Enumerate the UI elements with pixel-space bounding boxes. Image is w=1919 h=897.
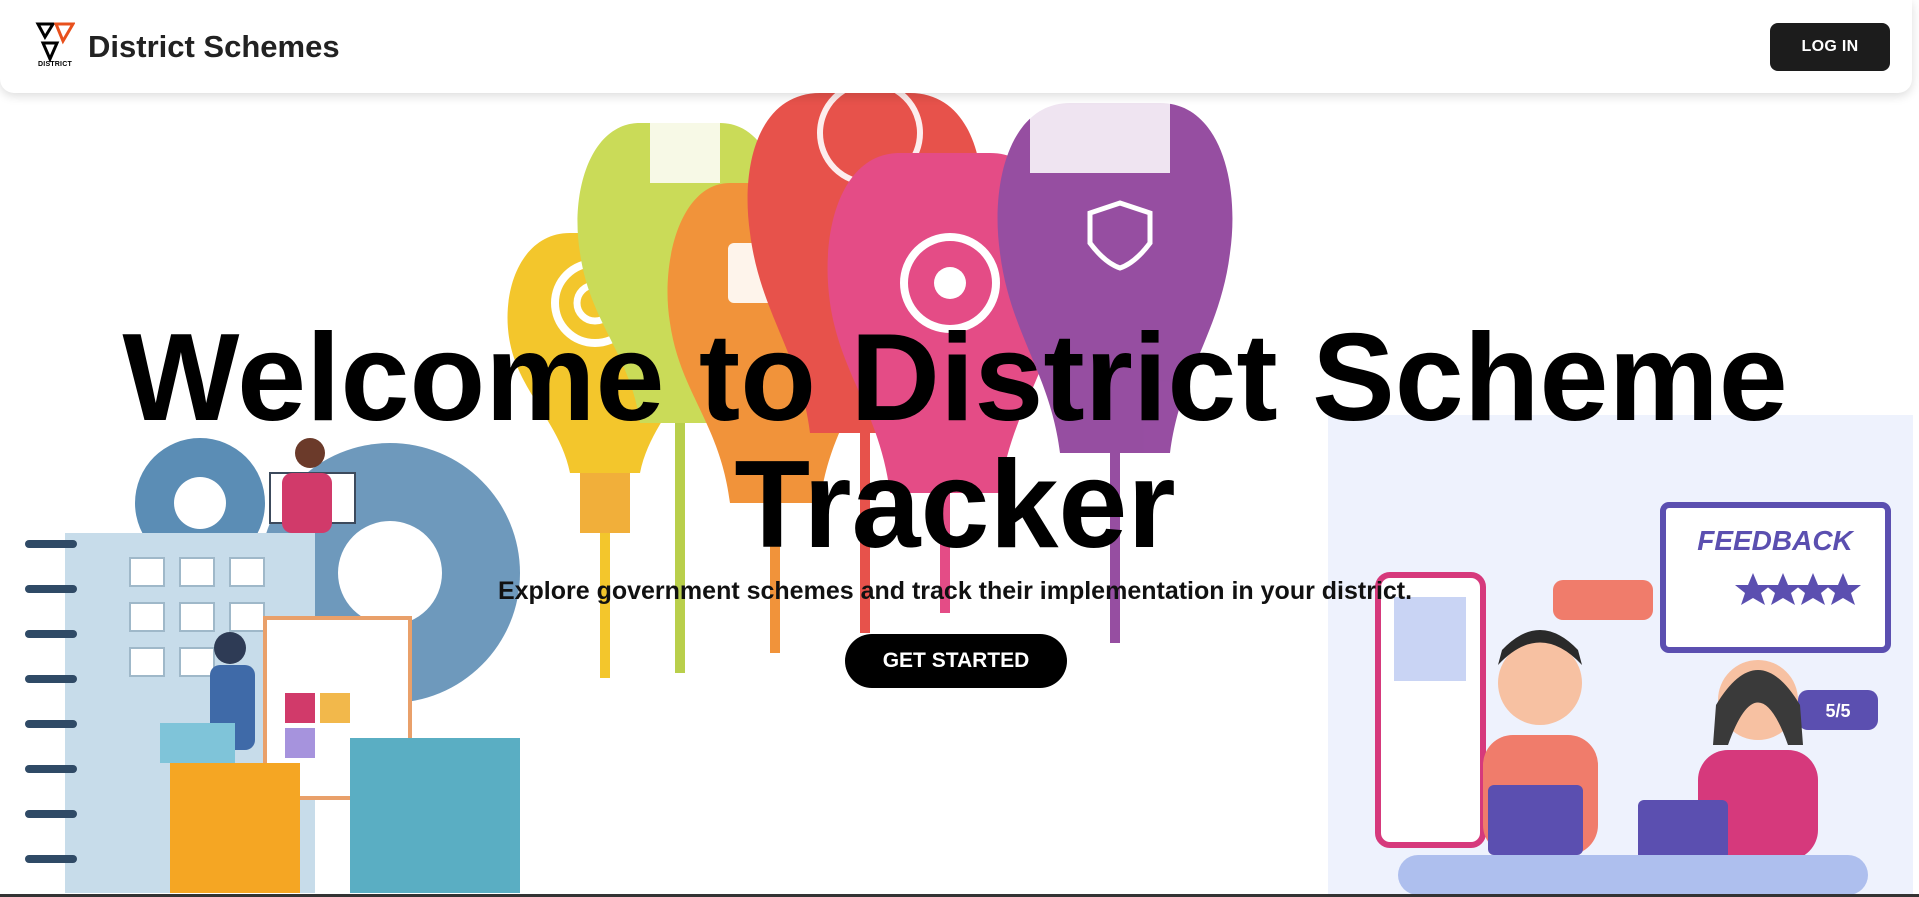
hero-section: FEEDBACK 5/5 Welcome to District Scheme … [0,93,1919,897]
login-button[interactable]: LOG IN [1770,22,1890,71]
logo-text: DISTRICT [38,60,72,68]
brand[interactable]: DISTRICT District Schemes [34,21,340,73]
navbar: DISTRICT District Schemes LOG IN [0,0,1912,93]
hero-subtitle: Explore government schemes and track the… [497,577,1413,605]
get-started-button[interactable]: GET STARTED [845,634,1067,688]
brand-name: District Schemes [88,28,340,64]
district-logo-icon: DISTRICT [34,21,76,73]
feedback-rating: 5/5 [1825,701,1850,721]
hero-title: Welcome to District Scheme Tracker [122,309,1788,574]
